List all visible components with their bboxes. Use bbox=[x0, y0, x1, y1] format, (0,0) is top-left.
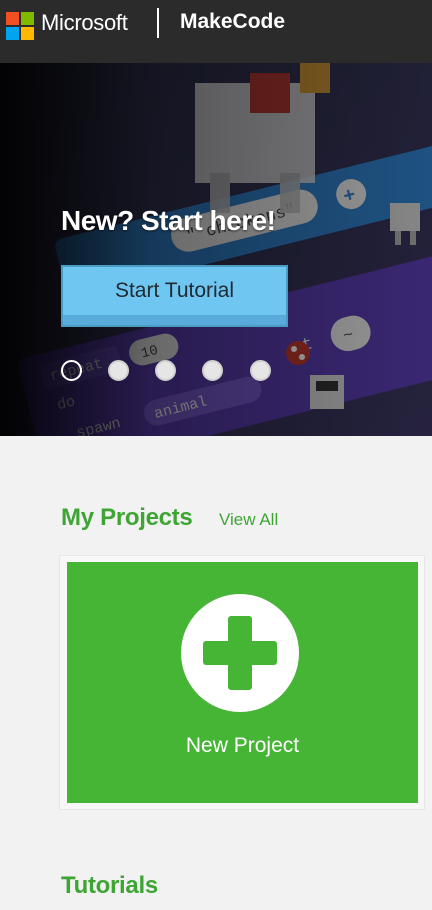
carousel-dot[interactable] bbox=[155, 360, 176, 381]
tutorials-heading: Tutorials bbox=[61, 872, 158, 899]
microsoft-brand-text[interactable]: Microsoft bbox=[41, 10, 128, 36]
logo-square-blue bbox=[6, 27, 19, 40]
top-header: Microsoft MakeCode bbox=[0, 0, 432, 63]
new-project-label: New Project bbox=[185, 734, 300, 757]
hero-title: New? Start here! bbox=[61, 205, 276, 236]
carousel-dot[interactable] bbox=[61, 360, 82, 381]
start-tutorial-button[interactable]: Start Tutorial bbox=[61, 265, 288, 327]
new-project-card[interactable]: New Project bbox=[67, 562, 418, 803]
my-projects-heading: My Projects bbox=[61, 504, 193, 531]
logo-square-red bbox=[6, 12, 19, 25]
plus-icon bbox=[181, 594, 299, 712]
carousel-dot[interactable] bbox=[108, 360, 129, 381]
microsoft-logo-icon[interactable] bbox=[6, 12, 34, 40]
logo-square-yellow bbox=[21, 27, 34, 40]
header-divider bbox=[157, 8, 159, 38]
carousel-dot[interactable] bbox=[250, 360, 271, 381]
view-all-link[interactable]: View All bbox=[219, 510, 278, 530]
hero-carousel: " chickens" + repeat 10 do spawn animal … bbox=[0, 63, 432, 436]
plus-icon-horizontal bbox=[203, 641, 277, 665]
carousel-dot[interactable] bbox=[202, 360, 223, 381]
logo-square-green bbox=[21, 12, 34, 25]
makecode-app-name[interactable]: MakeCode bbox=[180, 10, 285, 34]
